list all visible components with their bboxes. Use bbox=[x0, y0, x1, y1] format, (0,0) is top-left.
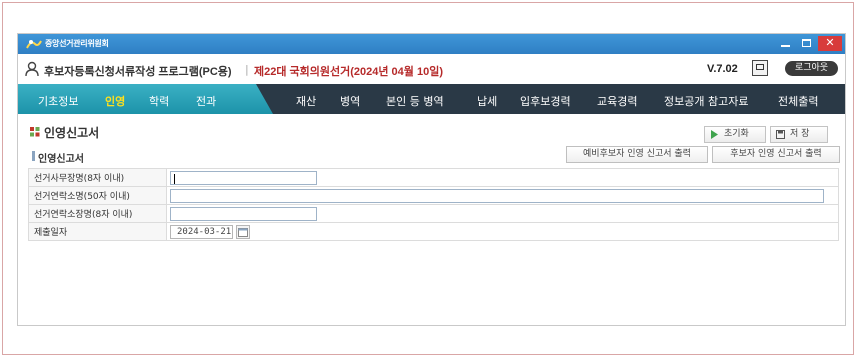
logout-button[interactable]: 로그아웃 bbox=[785, 61, 838, 76]
save-label: 저 장 bbox=[790, 129, 810, 139]
save-button[interactable]: 저 장 bbox=[770, 126, 828, 143]
nav-item-education-career[interactable]: 교육경력 bbox=[597, 93, 637, 109]
seal-form-table: 선거사무장명(8자 이내) 선거연락소명(50자 이내) 선거연락소장명(8자 … bbox=[28, 168, 839, 241]
version-label: V.7.02 bbox=[707, 63, 738, 75]
nav-item-education[interactable]: 학력 bbox=[149, 93, 169, 109]
grid-squares-icon bbox=[30, 127, 40, 137]
header-row: 후보자등록신청서류작성 프로그램(PC용) | 제22대 국회의원선거(2024… bbox=[18, 54, 845, 84]
program-title: 후보자등록신청서류작성 프로그램(PC용) bbox=[44, 66, 232, 78]
print-pre-candidate-button[interactable]: 예비후보자 인영 신고서 출력 bbox=[566, 146, 708, 163]
nav-item-property[interactable]: 재산 bbox=[296, 93, 316, 109]
text-cursor bbox=[174, 173, 175, 184]
office-manager-input[interactable] bbox=[170, 170, 317, 185]
form-row: 선거연락소장명(8자 이내) bbox=[28, 204, 839, 223]
reset-button[interactable]: 초기화 bbox=[704, 126, 766, 143]
section-title-row: 인영신고서 예비후보자 인영 신고서 출력 후보자 인영 신고서 출력 bbox=[18, 145, 845, 167]
play-arrow-icon bbox=[711, 130, 718, 139]
minimize-icon bbox=[781, 45, 790, 47]
monitor-button[interactable] bbox=[752, 60, 768, 76]
field-label-liaison-manager: 선거연락소장명(8자 이내) bbox=[28, 204, 167, 223]
election-title: 제22대 국회의원선거(2024년 04월 10일) bbox=[254, 66, 443, 78]
nav-item-candidacy-history[interactable]: 입후보경력 bbox=[520, 93, 571, 109]
nav-item-disclosure-reference[interactable]: 정보공개 참고자료 bbox=[664, 93, 748, 109]
floppy-disk-icon bbox=[776, 130, 785, 139]
app-window: 중앙선거관리위원회 ✕ 후보자등록신청서류작성 프로그램(PC용) | 제22대… bbox=[17, 33, 846, 326]
user-outline-icon bbox=[25, 61, 39, 77]
maximize-button[interactable] bbox=[797, 36, 816, 51]
nav-item-basic-info[interactable]: 기초정보 bbox=[38, 93, 78, 109]
maximize-icon bbox=[802, 39, 811, 47]
field-label-submission-date: 제출일자 bbox=[28, 222, 167, 241]
form-row: 제출일자 2024-03-21 bbox=[28, 222, 839, 241]
submission-date-input[interactable]: 2024-03-21 bbox=[170, 224, 233, 239]
page-title-row: 인영신고서 초기화 저 장 bbox=[18, 114, 845, 144]
section-marker bbox=[32, 151, 35, 161]
close-button[interactable]: ✕ bbox=[818, 36, 842, 51]
print-candidate-button[interactable]: 후보자 인영 신고서 출력 bbox=[712, 146, 840, 163]
nav-item-criminal-record[interactable]: 전과 bbox=[196, 93, 216, 109]
form-row: 선거사무장명(8자 이내) bbox=[28, 168, 839, 187]
liaison-office-input[interactable] bbox=[170, 188, 824, 203]
nav-item-military[interactable]: 병역 bbox=[340, 93, 360, 109]
close-icon: ✕ bbox=[825, 36, 835, 49]
app-name: 중앙선거관리위원회 bbox=[45, 39, 109, 48]
monitor-icon bbox=[756, 64, 764, 70]
field-label-liaison-office: 선거연락소명(50자 이내) bbox=[28, 186, 167, 205]
main-nav: 기초정보 인영 학력 전과 재산 병역 본인 등 병역 납세 입후보경력 교육경… bbox=[18, 84, 845, 114]
calendar-button[interactable] bbox=[236, 224, 250, 239]
field-label-office-manager: 선거사무장명(8자 이내) bbox=[28, 168, 167, 187]
window-titlebar: 중앙선거관리위원회 ✕ bbox=[18, 34, 845, 54]
form-row: 선거연락소명(50자 이내) bbox=[28, 186, 839, 205]
nav-item-print-all[interactable]: 전체출력 bbox=[778, 93, 818, 109]
reset-label: 초기화 bbox=[724, 129, 749, 139]
nav-item-family-military[interactable]: 본인 등 병역 bbox=[386, 93, 444, 109]
calendar-icon bbox=[238, 227, 248, 237]
nav-item-tax[interactable]: 납세 bbox=[477, 93, 497, 109]
nec-logo-icon bbox=[26, 40, 42, 49]
header-divider: | bbox=[245, 63, 249, 76]
liaison-manager-input[interactable] bbox=[170, 206, 317, 221]
section-title: 인영신고서 bbox=[38, 154, 84, 165]
page-title: 인영신고서 bbox=[44, 126, 100, 140]
minimize-button[interactable] bbox=[776, 36, 795, 51]
nav-item-seal[interactable]: 인영 bbox=[105, 93, 125, 109]
